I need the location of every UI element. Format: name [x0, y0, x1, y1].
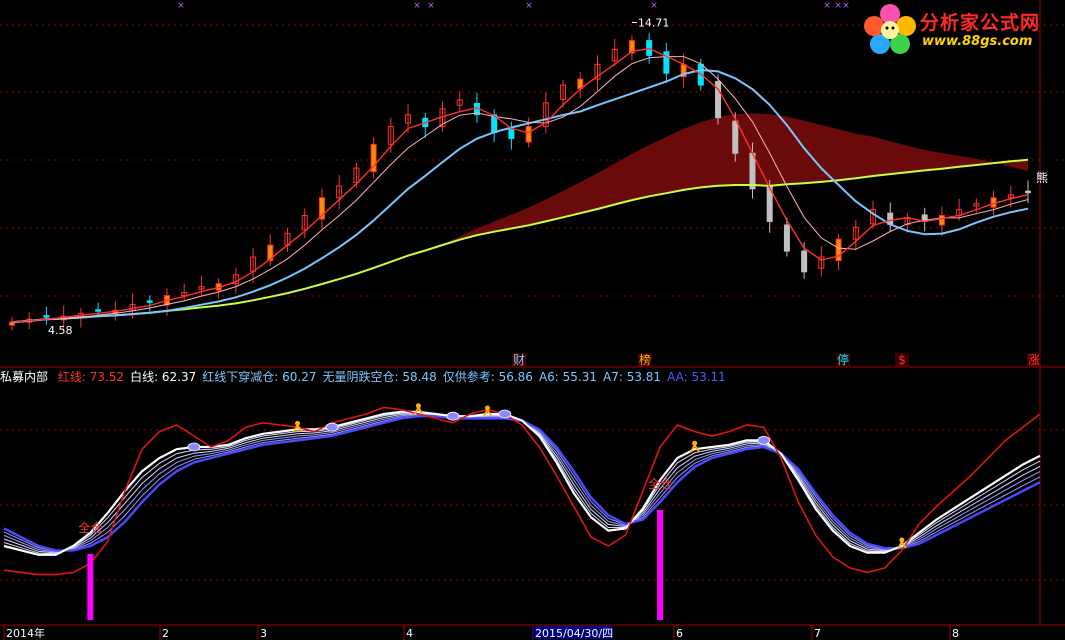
indicator-item: A7: 53.81: [603, 370, 662, 384]
ma-mid-line: [11, 56, 1029, 323]
candle-body: [95, 309, 102, 312]
runner-marker: [692, 440, 698, 446]
event-marker: 财: [513, 353, 525, 367]
axis-label: 7: [814, 627, 821, 640]
candle-body: [1025, 190, 1031, 194]
candle-body: [801, 250, 808, 273]
signal-label: 全仓: [648, 476, 672, 491]
runner-marker: [899, 537, 905, 543]
time-axis: 2014年 2 3 4 2015/04/30/四 6 7 8: [3, 625, 959, 640]
candle-body: [525, 126, 532, 143]
cross-marker: [187, 442, 201, 452]
end-marker: 熊: [1036, 170, 1048, 185]
candle-body: [508, 128, 515, 139]
cross-marker: [757, 435, 771, 445]
candle-body: [43, 315, 50, 318]
cross-marker: [446, 411, 460, 421]
indicator-item: 白线: 62.37: [130, 370, 197, 384]
event-marker: 停: [837, 352, 849, 367]
candle-body: [732, 120, 739, 154]
indicator-item: 红线: 73.52: [57, 370, 125, 384]
site-logo: 分析家公式网 www.88gs.com: [862, 2, 1062, 54]
candle-body: [749, 152, 756, 190]
axis-label: 2015/04/30/四: [535, 627, 613, 640]
indicator-item: 无量阴跌空仓: 58.48: [322, 370, 437, 384]
ma-long-line: [11, 68, 1029, 324]
top-marker: ×: [834, 1, 842, 11]
axis-label: 3: [260, 627, 267, 640]
signal-bar: [657, 510, 664, 620]
event-marker: 涨: [1028, 352, 1040, 367]
top-marker: ×: [650, 1, 658, 11]
axis-label: 8: [952, 627, 959, 640]
top-marker: ×: [427, 1, 435, 11]
event-marker: $: [898, 353, 906, 367]
oscillator-blue-line: [3, 415, 1041, 552]
runner-marker: [295, 420, 301, 426]
signal-label: 全仓: [78, 520, 102, 535]
chart-canvas: 14.714.58× × × × × × × ×财榜停 $ 涨熊 全仓全仓 2014年 2 3 4 201…: [0, 0, 1065, 640]
indicator-item: A6: 55.31: [538, 370, 597, 384]
price-low-label: 4.58: [48, 324, 73, 337]
price-high-label: 14.71: [638, 17, 670, 30]
top-marker: ×: [177, 1, 185, 11]
candle-body: [835, 238, 842, 262]
candle-body: [146, 300, 153, 303]
candle-body: [783, 224, 790, 252]
oscillator-panel: 全仓全仓: [3, 403, 1041, 620]
candlestick-series: [9, 33, 1031, 331]
flower-icon: [864, 4, 916, 54]
indicator-item: AA: 53.11: [667, 370, 726, 384]
logo-title: 分析家公式网: [920, 12, 1041, 34]
cross-marker: [498, 409, 512, 419]
runner-marker: [484, 405, 490, 411]
indicator-name: 私募内部: [0, 370, 49, 384]
indicator-item: 仅供参考: 56.86: [442, 370, 533, 384]
indicator-legend: 私募内部 红线: 73.52 白线: 62.37 红线下穿减仓: 60.27 无量阴跌…: [0, 368, 1065, 386]
signal-bar: [87, 554, 94, 620]
logo-url: www.88gs.com: [922, 34, 1033, 49]
ma-short-line: [11, 47, 1029, 323]
top-marker: ×: [413, 1, 421, 11]
event-marker: 榜: [639, 352, 651, 367]
axis-label: 2: [162, 627, 169, 640]
indicator-item: 红线下穿减仓: 60.27: [202, 370, 317, 384]
top-marker: ×: [823, 1, 831, 11]
cross-marker: [325, 422, 339, 432]
axis-label: 4: [406, 627, 413, 640]
runner-marker: [415, 403, 421, 409]
top-marker: ×: [842, 1, 850, 11]
top-marker: ×: [525, 1, 533, 11]
axis-label: 6: [676, 627, 683, 640]
axis-label: 2014年: [6, 626, 45, 640]
candle-body: [938, 215, 945, 226]
